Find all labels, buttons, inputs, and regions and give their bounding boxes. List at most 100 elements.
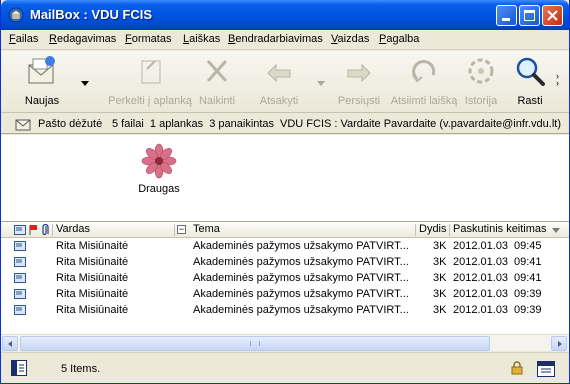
reply-button[interactable]: Atsakyti: [253, 55, 305, 107]
menu-view[interactable]: Vaizdas: [331, 33, 369, 45]
table-row[interactable]: Rita Misiūnaitė Akademinės pažymos užsak…: [1, 302, 569, 318]
message-time: 09:41: [514, 272, 542, 284]
horizontal-scrollbar[interactable]: [1, 334, 569, 351]
mailbox-icon: [15, 119, 31, 131]
history-button[interactable]: Istorija: [459, 55, 503, 107]
message-from: Rita Misiūnaitė: [56, 304, 129, 316]
column-header-subject[interactable]: Tema: [193, 223, 220, 235]
message-date: 2012.01.03: [453, 272, 509, 284]
window-title: MailBox : VDU FCIS: [30, 7, 153, 22]
message-from: Rita Misiūnaitė: [56, 240, 129, 252]
message-time: 09:45: [514, 240, 542, 252]
message-icon: [14, 305, 26, 315]
status-items-count: 5 Items.: [61, 363, 101, 375]
app-window: MailBox : VDU FCIS Failas Redagavimas Fo…: [0, 0, 570, 384]
message-subject: Akademinės pažymos užsakymo PATVIRT...: [193, 304, 409, 316]
maximize-button[interactable]: [519, 5, 540, 26]
reply-icon: [267, 63, 291, 83]
message-icon: [14, 273, 26, 283]
attachment-column-icon[interactable]: [41, 224, 49, 236]
folder-pane: Draugas: [1, 135, 569, 222]
column-header-modified[interactable]: Paskutinis keitimas: [453, 223, 547, 235]
message-icon: [14, 289, 26, 299]
menu-help[interactable]: Pagalba: [379, 33, 419, 45]
recall-message-button[interactable]: Atsiimti laišką: [389, 55, 459, 107]
folder-stats: 5 failai 1 aplankas 3 panaikintas: [112, 118, 275, 130]
scroll-left-button[interactable]: [2, 336, 18, 351]
forward-icon: [347, 63, 371, 83]
new-button[interactable]: Naujas: [19, 55, 65, 107]
reply-dropdown-arrow[interactable]: [317, 81, 325, 86]
current-folder-name: Pašto dėžutė: [38, 118, 103, 130]
message-list: Rita Misiūnaitė Akademinės pažymos užsak…: [1, 238, 569, 334]
folder-draugas[interactable]: Draugas: [134, 143, 184, 195]
close-button[interactable]: [542, 5, 563, 26]
delete-button[interactable]: Naikinti: [198, 55, 236, 107]
collapse-icon[interactable]: −: [177, 225, 186, 234]
status-bar: 5 Items.: [1, 352, 569, 383]
message-size: 3K: [433, 304, 447, 316]
message-from: Rita Misiūnaitė: [56, 288, 129, 300]
app-icon: [8, 7, 24, 23]
forward-button[interactable]: Persiųsti: [334, 55, 384, 107]
history-icon: [468, 58, 494, 84]
message-date: 2012.01.03: [453, 304, 509, 316]
menu-collaboration[interactable]: Bendradarbiavimas: [228, 33, 323, 45]
location-bar: Pašto dėžutė 5 failai 1 aplankas 3 panai…: [1, 114, 569, 134]
message-size: 3K: [433, 256, 447, 268]
menu-file[interactable]: Failas: [9, 33, 38, 45]
new-mail-icon: [28, 56, 55, 84]
recall-icon: [412, 60, 436, 83]
message-subject: Akademinės pažymos užsakymo PATVIRT...: [193, 256, 409, 268]
flower-folder-icon: [141, 143, 177, 179]
toolbar-overflow-chevron-icon[interactable]: › ›: [556, 72, 559, 88]
menu-bar: Failas Redagavimas Formatas Laiškas Bend…: [1, 30, 569, 50]
table-row[interactable]: Rita Misiūnaitė Akademinės pažymos užsak…: [1, 286, 569, 302]
message-time: 09:39: [514, 304, 542, 316]
menu-format[interactable]: Formatas: [125, 33, 171, 45]
title-bar[interactable]: MailBox : VDU FCIS: [1, 0, 569, 30]
message-time: 09:39: [514, 288, 542, 300]
menu-message[interactable]: Laiškas: [183, 33, 220, 45]
move-to-folder-button[interactable]: Perkelti į aplanką: [107, 55, 193, 107]
message-size: 3K: [433, 288, 447, 300]
message-subject: Akademinės pažymos užsakymo PATVIRT...: [193, 240, 409, 252]
message-from: Rita Misiūnaitė: [56, 272, 129, 284]
message-list-header: Vardas − Tema Dydis Paskutinis keitimas: [1, 222, 569, 238]
calendar-icon[interactable]: [537, 359, 555, 377]
move-folder-icon: [141, 60, 161, 84]
message-type-column-icon[interactable]: [14, 225, 26, 235]
panel-toggle-icon[interactable]: [11, 360, 27, 376]
message-icon: [14, 241, 26, 251]
find-button[interactable]: Rasti: [510, 55, 550, 107]
new-dropdown-arrow[interactable]: [81, 81, 89, 86]
account-info: VDU FCIS : Vardaite Pavardaite (v.pavard…: [280, 118, 561, 130]
message-size: 3K: [433, 240, 447, 252]
message-subject: Akademinės pažymos užsakymo PATVIRT...: [193, 288, 409, 300]
close-icon: [547, 10, 558, 21]
scroll-right-button[interactable]: [551, 336, 567, 351]
column-header-size[interactable]: Dydis: [419, 223, 447, 235]
menu-edit[interactable]: Redagavimas: [49, 33, 116, 45]
toolbar: Naujas Perkelti į aplanką Naikinti Atsak…: [1, 51, 569, 113]
folder-label: Draugas: [138, 183, 180, 195]
flag-column-icon[interactable]: [28, 224, 38, 236]
table-row[interactable]: Rita Misiūnaitė Akademinės pažymos užsak…: [1, 238, 569, 254]
column-header-from[interactable]: Vardas: [56, 223, 90, 235]
message-date: 2012.01.03: [453, 256, 509, 268]
message-size: 3K: [433, 272, 447, 284]
delete-icon: [206, 59, 228, 83]
sort-desc-icon: [552, 228, 560, 233]
message-date: 2012.01.03: [453, 288, 509, 300]
scroll-thumb[interactable]: [20, 336, 490, 351]
message-time: 09:41: [514, 256, 542, 268]
message-icon: [14, 257, 26, 267]
message-date: 2012.01.03: [453, 240, 509, 252]
message-subject: Akademinės pažymos užsakymo PATVIRT...: [193, 272, 409, 284]
lock-icon: [511, 361, 523, 375]
magnifier-icon: [516, 57, 545, 86]
message-from: Rita Misiūnaitė: [56, 256, 129, 268]
minimize-button[interactable]: [496, 5, 517, 26]
table-row[interactable]: Rita Misiūnaitė Akademinės pažymos užsak…: [1, 270, 569, 286]
table-row[interactable]: Rita Misiūnaitė Akademinės pažymos užsak…: [1, 254, 569, 270]
